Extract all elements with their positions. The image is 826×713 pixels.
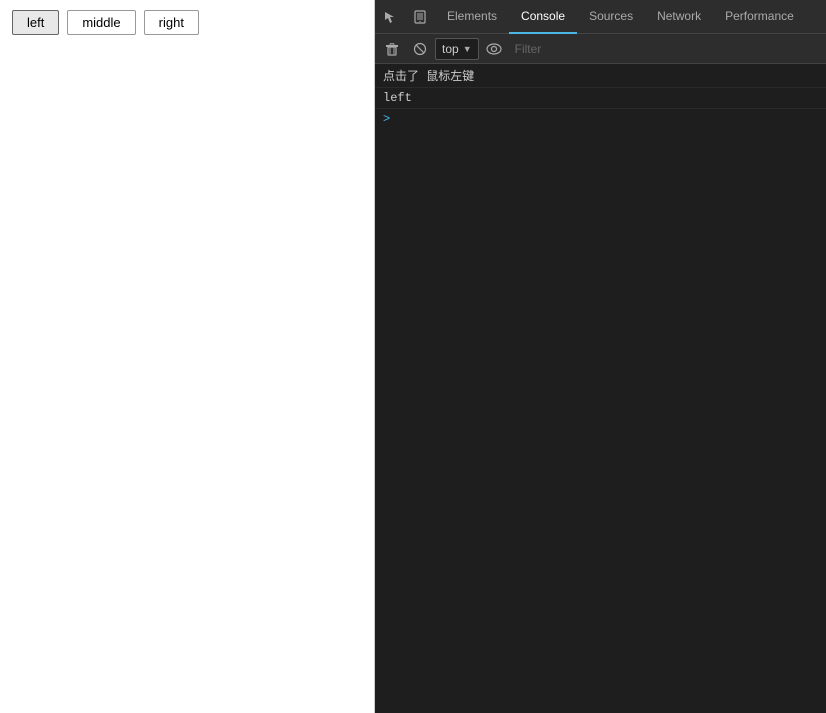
tab-console[interactable]: Console [509,0,577,34]
clear-console-button[interactable] [379,37,405,61]
devtools-tabs-bar: Elements Console Sources Network Perform… [375,0,826,34]
inspect-icon[interactable] [375,0,405,34]
ban-icon[interactable] [407,37,433,61]
console-output: 点击了 鼠标左键 left > [375,64,826,713]
tab-performance[interactable]: Performance [713,0,806,34]
right-button[interactable]: right [144,10,199,35]
log-entry-1: 点击了 鼠标左键 [375,64,826,88]
main-panel: left middle right [0,0,375,713]
tab-sources[interactable]: Sources [577,0,645,34]
tab-elements[interactable]: Elements [435,0,509,34]
context-select[interactable]: top ▼ [435,38,479,60]
eye-icon[interactable] [481,37,507,61]
tab-network[interactable]: Network [645,0,713,34]
device-icon[interactable] [405,0,435,34]
filter-input[interactable] [509,42,822,56]
left-button[interactable]: left [12,10,59,35]
log-entry-2: left [375,88,826,109]
devtools-panel: Elements Console Sources Network Perform… [375,0,826,713]
chevron-down-icon: ▼ [463,44,472,54]
console-toolbar: top ▼ [375,34,826,64]
middle-button[interactable]: middle [67,10,135,35]
button-row: left middle right [0,0,374,45]
console-prompt-line: > [375,109,826,129]
prompt-arrow-icon: > [383,112,390,126]
